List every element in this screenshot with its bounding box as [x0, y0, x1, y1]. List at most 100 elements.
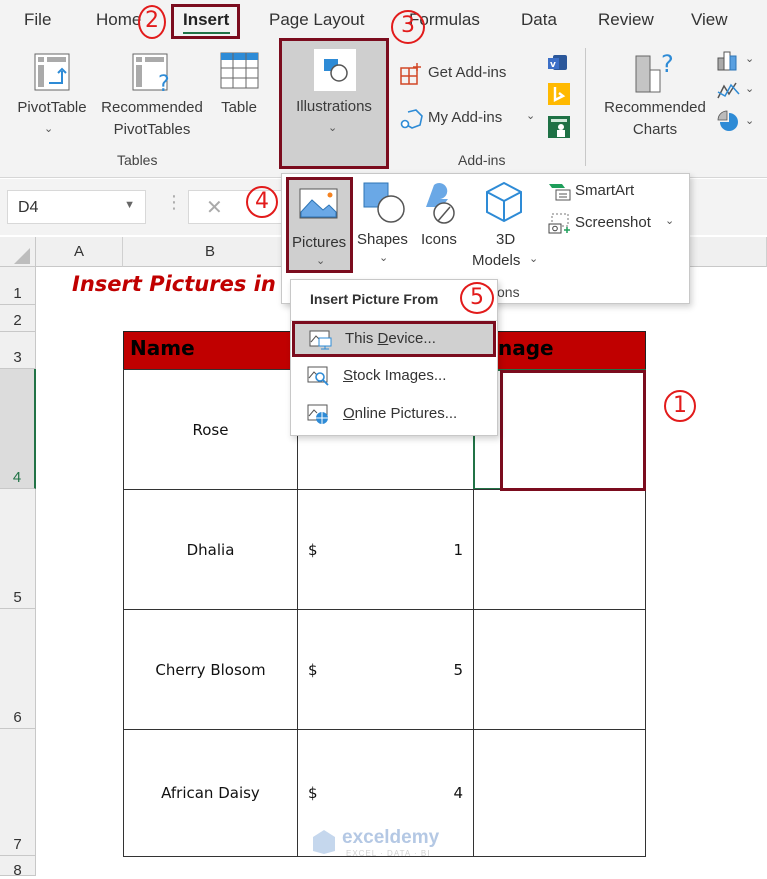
pivottable-label: PivotTable — [17, 99, 87, 116]
watermark: exceldemy EXCEL · DATA · BI — [312, 827, 462, 861]
table-button[interactable]: Table — [214, 50, 264, 120]
pivottable-button[interactable]: PivotTable ⌄ — [14, 50, 94, 145]
shapes-icon — [363, 182, 405, 223]
svg-text:?: ? — [661, 50, 674, 78]
tables-group-label: Tables — [117, 152, 158, 168]
tab-home[interactable]: Home — [96, 10, 141, 30]
tab-review[interactable]: Review — [598, 10, 654, 30]
image-cell[interactable] — [473, 489, 646, 610]
image-cell[interactable] — [473, 729, 646, 857]
illustrations-icon — [314, 49, 356, 91]
chevron-down-icon: ⌄ — [328, 122, 338, 134]
target-cell-highlight — [500, 370, 646, 491]
chevron-down-icon: ⌄ — [745, 83, 755, 95]
select-all-button[interactable] — [0, 237, 36, 267]
table-label: Table — [221, 99, 257, 116]
menu-header: Insert Picture From — [310, 291, 439, 307]
row-header-3[interactable]: 3 — [0, 332, 36, 369]
row-header-7[interactable]: 7 — [0, 729, 36, 856]
my-addins-label: My Add-ins — [428, 109, 503, 126]
name-box-value: D4 — [18, 199, 39, 216]
get-addins-button[interactable]: Get Add-ins — [400, 62, 530, 86]
tab-view[interactable]: View — [691, 10, 728, 30]
my-addins-button[interactable]: My Add-ins ⌄ — [400, 107, 540, 131]
menu-item-this-device[interactable]: This Device... — [292, 321, 496, 357]
recommended-pivottables-button[interactable]: ? Recommended PivotTables — [96, 50, 208, 145]
menu-item-online-pictures[interactable]: Online Pictures... — [291, 398, 487, 432]
smartart-button[interactable]: SmartArt — [548, 181, 648, 203]
column-chart-icon — [717, 51, 737, 71]
callout-step-3: 3 — [391, 10, 425, 44]
shapes-button[interactable]: Shapes ⌄ — [356, 177, 412, 273]
recommended-charts-button[interactable]: ? Recommended Charts — [598, 48, 712, 143]
image-cell[interactable] — [473, 609, 646, 730]
svg-text:v: v — [550, 60, 556, 70]
price-cell[interactable]: $1 — [297, 489, 474, 610]
recommended-pivottables-label-2: PivotTables — [113, 121, 191, 138]
callout-step-5: 5 — [460, 282, 494, 314]
get-addins-icon — [400, 63, 421, 85]
row-header-6[interactable]: 6 — [0, 609, 36, 729]
3d-models-icon — [486, 181, 522, 223]
line-chart-icon — [717, 82, 740, 99]
recommended-charts-icon: ? — [635, 50, 674, 93]
column-header-b[interactable]: B — [123, 237, 298, 267]
tab-data[interactable]: Data — [521, 10, 557, 30]
chevron-down-icon: ⌄ — [529, 253, 539, 265]
price-cell[interactable]: $5 — [297, 609, 474, 730]
bing-maps-icon[interactable] — [548, 83, 570, 105]
row-header-2[interactable]: 2 — [0, 305, 36, 332]
row-header-8[interactable]: 8 — [0, 856, 36, 879]
chevron-down-icon: ⌄ — [379, 252, 389, 264]
illustrations-label: Illustrations — [296, 98, 372, 115]
screenshot-icon — [548, 213, 570, 234]
chevron-down-icon: ⌄ — [316, 255, 326, 267]
column-chart-button[interactable]: ⌄ — [717, 50, 759, 72]
get-addins-label: Get Add-ins — [428, 64, 507, 81]
recommended-charts-label-1: Recommended — [604, 99, 706, 116]
online-pictures-icon — [307, 404, 328, 424]
row-header-1[interactable]: 1 — [0, 267, 36, 305]
chevron-down-icon: ⌄ — [526, 110, 536, 122]
name-box-dropdown-icon[interactable]: ▼ — [124, 199, 135, 211]
chevron-down-icon: ⌄ — [665, 215, 675, 227]
svg-text:?: ? — [158, 72, 170, 93]
tab-file[interactable]: File — [24, 10, 51, 30]
pie-chart-button[interactable]: ⌄ — [717, 110, 759, 134]
table-row[interactable]: Rose — [123, 369, 298, 490]
illustrations-group-label: ons — [497, 284, 520, 300]
table-row[interactable]: Cherry Blosom — [123, 609, 298, 730]
header-cell-name[interactable]: Name — [123, 331, 298, 370]
pivottable-icon — [34, 53, 70, 91]
my-addins-icon — [400, 109, 423, 129]
line-chart-button[interactable]: ⌄ — [717, 80, 759, 102]
row-header-5[interactable]: 5 — [0, 489, 36, 609]
header-cell-image[interactable]: nage — [473, 331, 646, 370]
icons-button[interactable]: Icons — [416, 177, 466, 248]
icons-icon — [426, 183, 455, 224]
screenshot-button[interactable]: Screenshot ⌄ — [548, 213, 675, 235]
table-row[interactable]: Dhalia — [123, 489, 298, 610]
illustrations-button[interactable]: Illustrations ⌄ — [279, 38, 389, 169]
row-header-4[interactable]: 4 — [0, 369, 36, 489]
this-device-icon — [309, 330, 332, 350]
3d-models-button[interactable]: 3D Models ⌄ — [472, 177, 540, 273]
visio-icon[interactable]: v — [547, 53, 569, 73]
name-box[interactable]: D4 ▼ — [7, 190, 146, 224]
insert-tab-highlight — [171, 4, 240, 39]
tab-page-layout[interactable]: Page Layout — [269, 10, 364, 30]
menu-item-stock-images[interactable]: Stock Images... — [291, 360, 487, 394]
column-header-a[interactable]: A — [36, 237, 123, 267]
people-graph-icon[interactable] — [548, 116, 570, 138]
recommended-pivottables-icon: ? — [132, 53, 170, 93]
table-row[interactable]: African Daisy — [123, 729, 298, 857]
callout-step-1: 1 — [664, 390, 696, 422]
cancel-icon[interactable]: ✕ — [206, 195, 223, 220]
ribbon: File Home Insert Page Layout Formulas Da… — [0, 0, 767, 178]
table-icon — [220, 52, 259, 89]
chevron-down-icon: ⌄ — [745, 115, 755, 127]
pictures-button[interactable]: Pictures ⌄ — [286, 177, 353, 273]
chevron-down-icon: ⌄ — [745, 53, 755, 65]
addins-group-label: Add-ins — [458, 152, 506, 168]
callout-step-2: 2 — [138, 5, 166, 39]
